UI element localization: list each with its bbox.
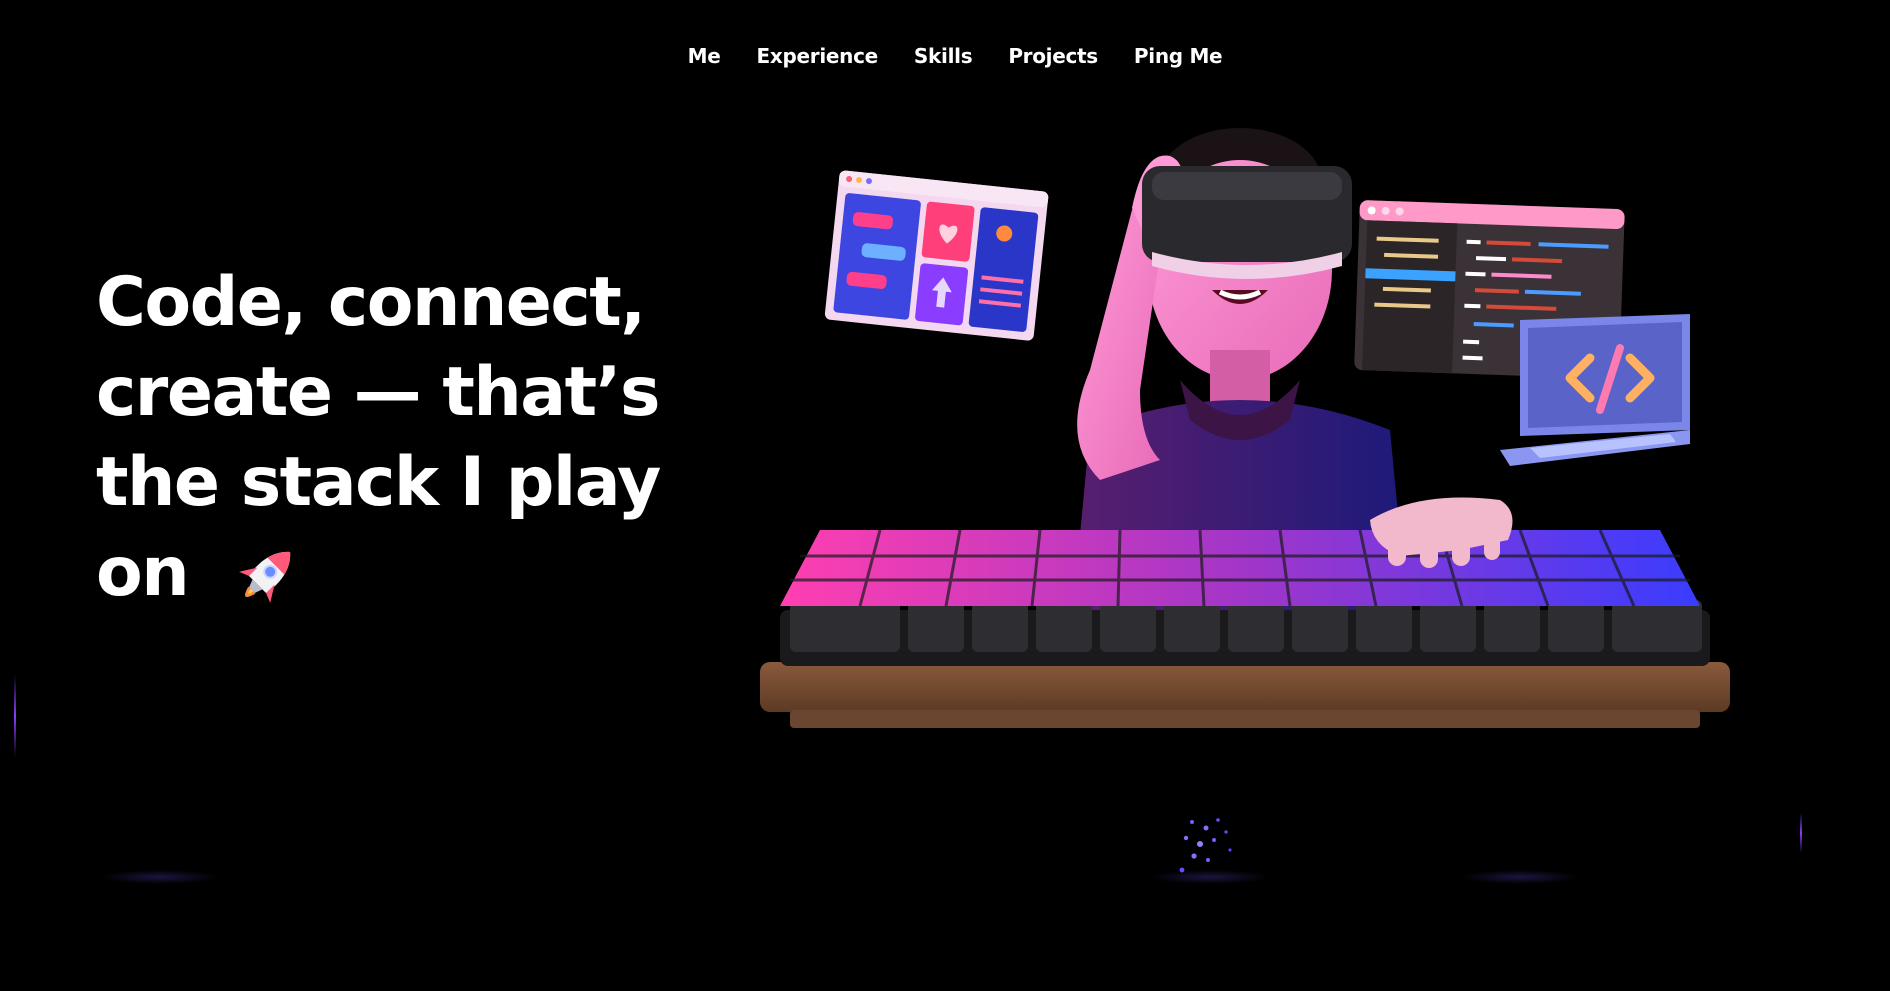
hero-title: Code, connect, create — that’s the stack…	[96, 258, 696, 618]
nav-item-experience[interactable]: Experience	[757, 44, 879, 68]
nav-item-projects[interactable]: Projects	[1008, 44, 1098, 68]
laptop-illustration	[1500, 314, 1690, 466]
hero-title-line-2: create — that’s	[96, 353, 660, 432]
right-edge-glow	[1800, 813, 1802, 853]
hero-title-line-1: Code, connect,	[96, 263, 646, 342]
page: Me Experience Skills Projects Ping Me Co…	[0, 0, 1890, 991]
floor-glow-left	[100, 870, 220, 884]
hero-illustration	[760, 128, 1730, 728]
hero-title-line-4: on	[96, 533, 190, 612]
hero-title-line-3: the stack I play	[96, 443, 661, 522]
nav-item-ping-me[interactable]: Ping Me	[1134, 44, 1223, 68]
rocket-icon	[239, 552, 291, 604]
keyboard-key-row	[790, 600, 1702, 652]
nav-item-skills[interactable]: Skills	[914, 44, 973, 68]
left-edge-glow	[14, 675, 16, 757]
top-nav: Me Experience Skills Projects Ping Me	[0, 44, 1890, 68]
app-card-illustration	[824, 170, 1049, 341]
floor-glow-right	[1460, 870, 1580, 884]
floor-glow-center	[1150, 870, 1270, 884]
nav-item-me[interactable]: Me	[688, 44, 721, 68]
